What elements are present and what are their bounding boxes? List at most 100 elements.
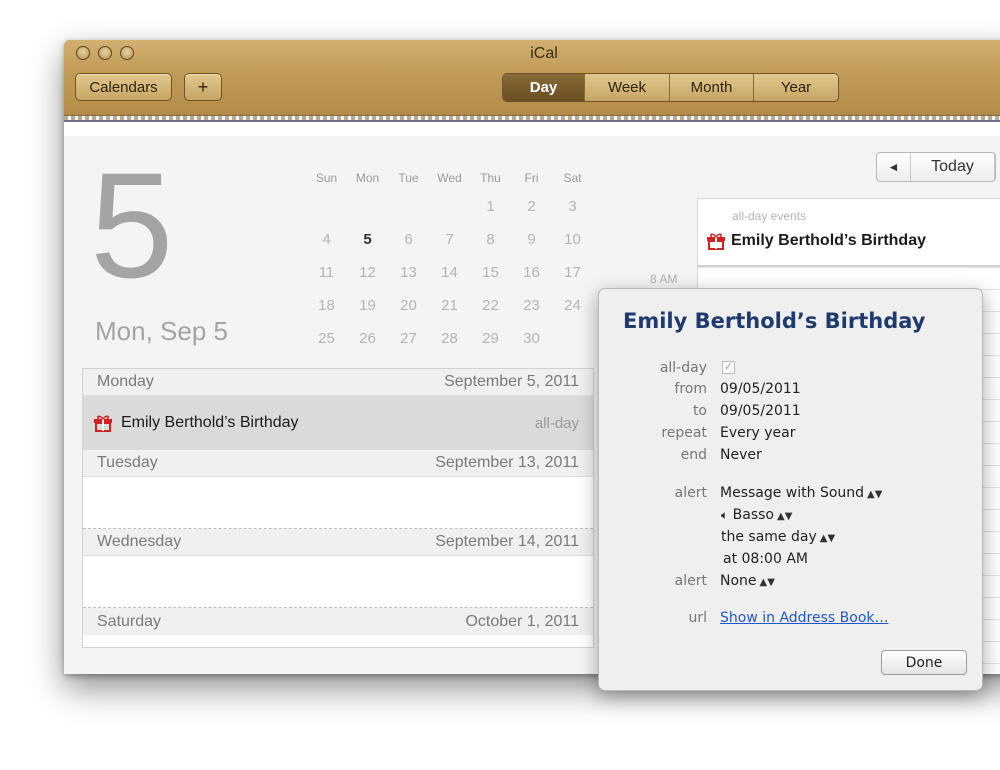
allday-events-label: all-day events [732,209,807,223]
day-weekday: Saturday [97,612,162,630]
second-alert-value: None [720,573,757,589]
mini-calendar-week: 123 [306,190,593,223]
mini-calendar: Sun Mon Tue Wed Thu Fri Sat 1 2 3 4 5 6 7 8 9 10 1… [306,166,593,355]
gift-icon [94,415,112,432]
tab-month[interactable]: Month [670,74,754,101]
weekday-label: Tue [398,171,419,185]
weekday-label: Sun [315,171,338,185]
from-date-value[interactable]: 09/05/2011 [720,381,801,397]
updown-arrows-icon: ▲▼ [759,577,775,588]
mini-calendar-day[interactable]: 30 [511,330,552,347]
tab-day[interactable]: Day [503,74,585,101]
mini-calendar-day[interactable]: 11 [306,264,347,281]
mini-calendar-day[interactable]: 21 [429,297,470,314]
alert-type-value: Message with Sound [720,485,865,501]
previous-day-button[interactable]: ◄ [877,153,911,181]
mini-calendar-day[interactable]: 15 [470,264,511,281]
mini-calendar-day[interactable]: 24 [552,297,593,314]
mini-calendar-day[interactable]: 4 [306,231,347,248]
event-info-popover: Emily Berthold’s Birthday all-day ✓ from… [598,288,983,691]
day-weekday: Wednesday [97,533,182,550]
tab-year[interactable]: Year [754,74,838,101]
mini-calendar-day[interactable]: 26 [347,330,388,347]
day-date: October 1, 2011 [465,612,579,630]
address-book-link[interactable]: Show in Address Book… [720,610,889,626]
mini-calendar-day[interactable]: 12 [347,264,388,281]
add-event-button[interactable]: + [184,73,222,101]
second-alert-select[interactable]: None ▲▼ [720,573,775,589]
empty-day-slot[interactable] [83,556,593,608]
mini-calendar-day[interactable]: 5 [347,231,388,248]
mini-calendar-week: 11 12 13 14 15 16 17 [306,256,593,289]
mini-calendar-day[interactable]: 1 [470,198,511,215]
alert-time-value[interactable]: at 08:00 AM [723,551,808,567]
list-footer [83,635,593,647]
second-alert-label: alert [674,573,707,589]
event-list: Monday September 5, 2011 Emily Berthold’… [82,368,594,648]
mini-calendar-day[interactable]: 17 [552,264,593,281]
alert-sound-select[interactable]: 🔈︎ Basso ▲▼ [721,507,792,523]
from-label: from [674,381,707,397]
popover-title: Emily Berthold’s Birthday [623,309,926,333]
mini-calendar-day[interactable]: 14 [429,264,470,281]
today-button[interactable]: Today [911,153,995,181]
event-allday-tag: all-day [534,414,579,432]
gift-icon [707,233,725,250]
day-header-row: Saturday October 1, 2011 [83,608,593,635]
mini-calendar-day[interactable]: 27 [388,330,429,347]
day-header-row: Tuesday September 13, 2011 [83,450,593,477]
event-row-birthday[interactable]: Emily Berthold’s Birthday all-day [83,396,593,450]
mini-calendar-day[interactable]: 10 [552,231,593,248]
mini-calendar-day[interactable]: 23 [511,297,552,314]
day-date: September 14, 2011 [435,533,579,550]
allday-label: all-day [659,360,707,376]
repeat-value[interactable]: Every year [720,425,795,441]
mini-calendar-day[interactable]: 7 [429,231,470,248]
to-label: to [692,403,707,419]
mini-calendar-day[interactable]: 19 [347,297,388,314]
mini-calendar-weekdays: Sun Mon Tue Wed Thu Fri Sat [306,166,593,190]
alert-type-select[interactable]: Message with Sound ▲▼ [720,485,882,501]
end-value[interactable]: Never [720,447,762,463]
paper-edge [64,120,1000,136]
mini-calendar-day[interactable]: 22 [470,297,511,314]
mini-calendar-day[interactable]: 29 [470,330,511,347]
mini-calendar-day[interactable]: 3 [552,198,593,215]
day-weekday: Monday [97,373,154,390]
mini-calendar-day[interactable]: 9 [511,231,552,248]
mini-calendar-day[interactable]: 8 [470,231,511,248]
event-name: Emily Berthold’s Birthday [121,414,299,431]
mini-calendar-day[interactable]: 18 [306,297,347,314]
mini-calendar-day[interactable]: 28 [429,330,470,347]
weekday-label: Thu [480,171,501,185]
weekday-label: Mon [355,171,380,185]
alert-when-select[interactable]: the same day ▲▼ [721,529,835,545]
mini-calendar-day[interactable]: 16 [511,264,552,281]
date-navigation: ◄ Today [876,152,996,182]
alert-label: alert [674,485,707,501]
hour-label: 8 AM [650,272,678,286]
tab-week[interactable]: Week [585,74,670,101]
mini-calendar-week: 18 19 20 21 22 23 24 [306,289,593,322]
mini-calendar-day[interactable]: 20 [388,297,429,314]
mini-calendar-day[interactable]: 13 [388,264,429,281]
weekday-label: Sat [563,171,582,185]
to-date-value[interactable]: 09/05/2011 [720,403,801,419]
day-date: September 5, 2011 [444,373,579,390]
mini-calendar-day[interactable]: 6 [388,231,429,248]
empty-day-slot[interactable] [83,477,593,529]
url-label: url [688,610,707,626]
allday-event-birthday[interactable]: Emily Berthold’s Birthday [706,232,926,250]
mini-calendar-day[interactable]: 2 [511,198,552,215]
done-button[interactable]: Done [881,650,967,675]
mini-calendar-day[interactable]: 25 [306,330,347,347]
weekday-label: Wed [437,171,462,185]
calendars-button[interactable]: Calendars [75,73,172,101]
updown-arrows-icon: ▲▼ [777,511,793,522]
day-weekday: Tuesday [97,454,158,471]
allday-checkbox[interactable]: ✓ [722,361,735,374]
speaker-icon: 🔈︎ [721,508,729,522]
window-title: iCal [530,45,558,62]
allday-event-name: Emily Berthold’s Birthday [731,232,926,249]
page: iCal Calendars + Day Week Month Year 5 M… [0,0,1000,770]
